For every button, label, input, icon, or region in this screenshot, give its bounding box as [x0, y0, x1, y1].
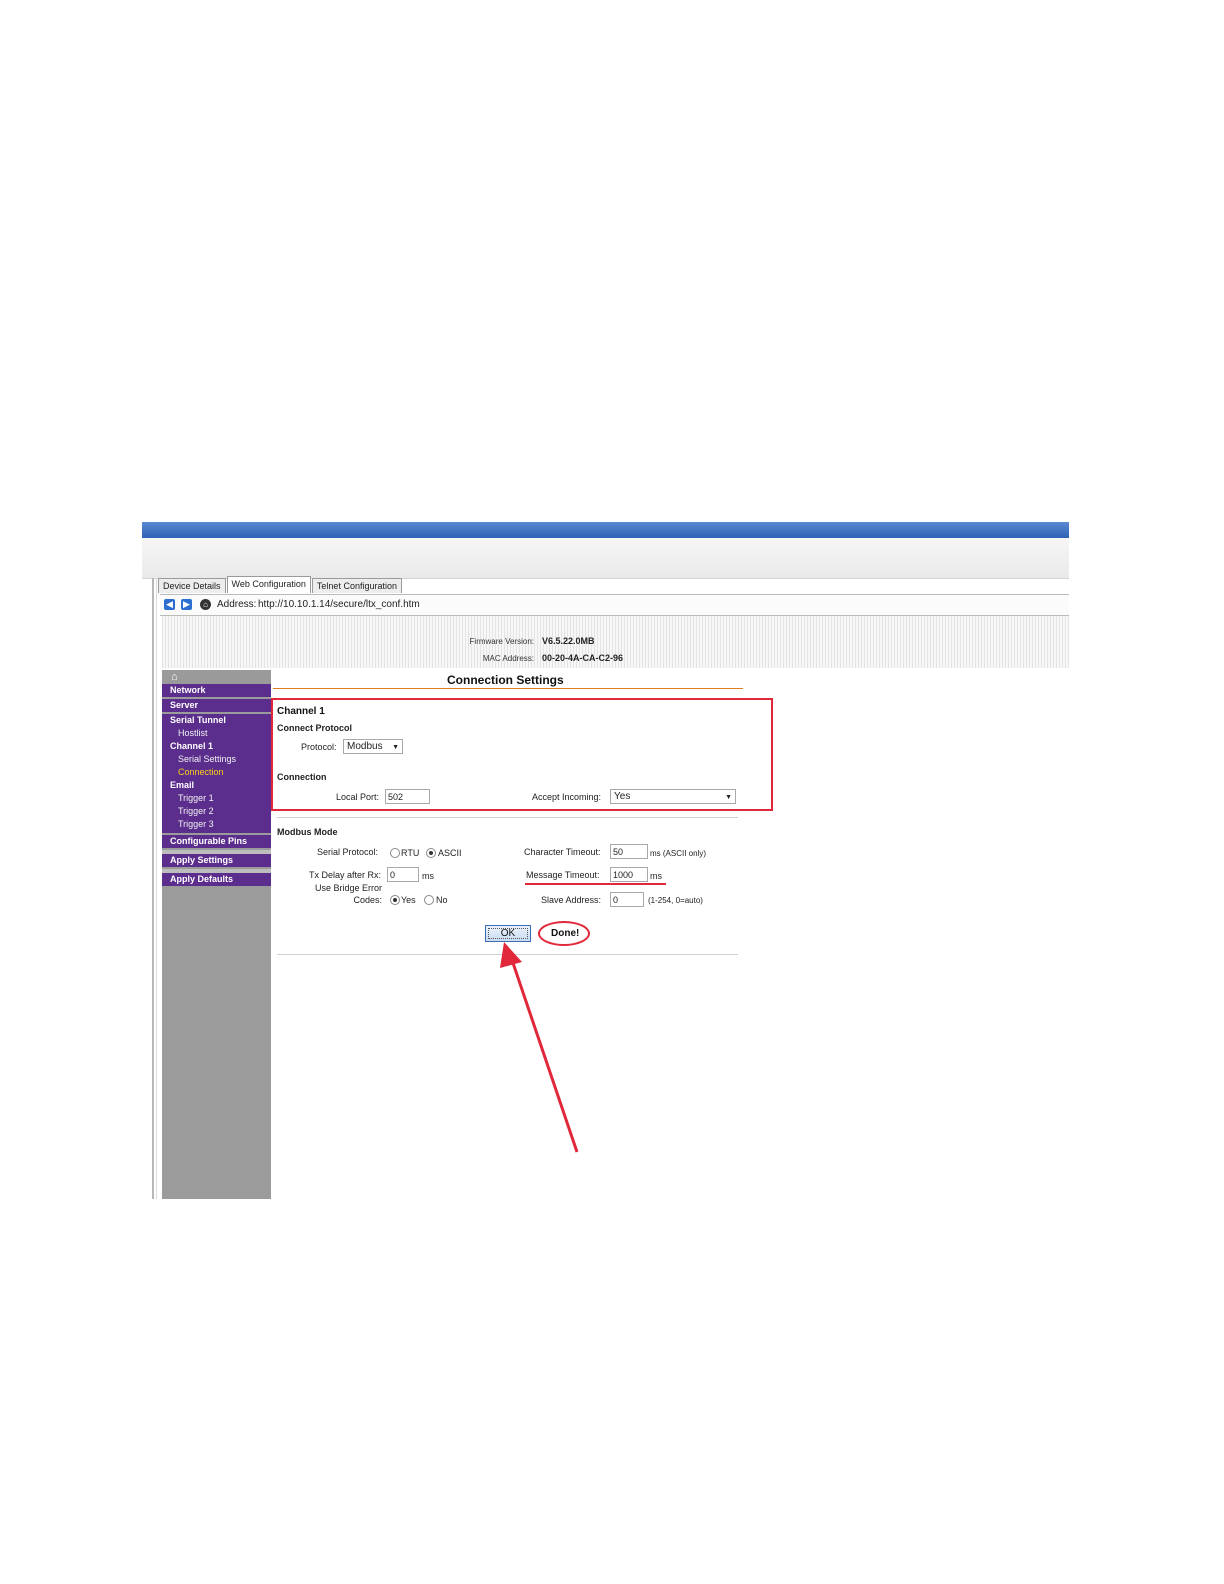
- annotation-arrow: [500, 942, 579, 1153]
- screenshot-region: Device Details Web Configuration Telnet …: [142, 522, 1069, 1199]
- annotation-arrow-shaft: [510, 959, 579, 1153]
- annotation-arrow-head: [500, 942, 522, 968]
